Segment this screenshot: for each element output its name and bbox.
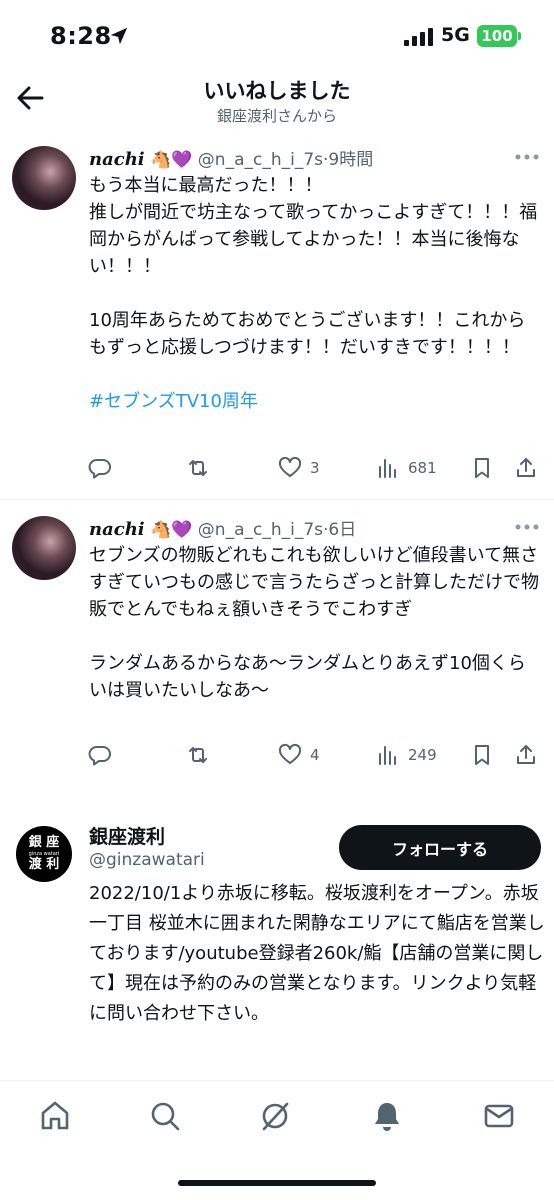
reply-icon [88,746,111,766]
tweet-time: ·9時間 [323,150,374,170]
view-count: 249 [408,746,437,764]
nav-notifications[interactable] [370,1099,404,1133]
share-icon [517,458,535,477]
divider [0,499,554,500]
like-button[interactable]: 4 [278,740,320,770]
status-bar: 8:28 5G 100 [0,0,554,72]
logo-line-2: 渡 利 [28,857,60,872]
status-time: 8:28 [50,22,112,50]
battery-tip [518,32,521,40]
tweet-text: もう本当に最高だった！！！ 推しが間近で坊主なって歌ってかっこよすぎて！！！福岡… [89,172,539,415]
author-handle[interactable]: @n_a_c_h_i_7s [198,520,323,540]
tweet-text-content: もう本当に最高だった！！！ 推しが間近で坊主なって歌ってかっこよすぎて！！！福岡… [89,175,538,358]
heart-icon [278,456,302,477]
notifications-icon [375,1103,399,1131]
battery-icon: 100 [477,25,517,47]
views-icon [379,459,396,478]
views-button[interactable]: 681 [376,453,437,483]
author-emoji: 🐴💜 [150,150,193,170]
profile-handle[interactable]: @ginzawatari [89,850,205,870]
logo-line-1: 銀 座 [28,835,60,850]
profile-avatar[interactable]: 銀 座 ginza watari 渡 利 [16,826,72,882]
like-count: 4 [310,746,320,764]
network-type: 5G [441,24,470,46]
avatar-photo [12,516,76,580]
bookmark-button[interactable] [470,740,494,770]
profile-bio: 2022/10/1より赤坂に移転。桜坂渡利をオープン。赤坂一丁目 桜並木に囲まれ… [89,883,545,1024]
tweet-actions: 3 681 [88,453,540,483]
nav-search[interactable] [148,1099,182,1133]
hashtag-link[interactable]: #セブンズTV10周年 [89,391,258,412]
view-count: 681 [408,459,437,477]
more-options-icon[interactable] [514,523,540,531]
follow-button[interactable]: フォローする [339,825,541,870]
location-arrow-icon [110,27,128,45]
like-count: 3 [310,459,320,477]
author-emoji: 🐴💜 [150,520,193,540]
reply-button[interactable] [88,740,112,770]
home-indicator[interactable] [178,1180,376,1186]
avatar[interactable] [12,516,76,580]
repost-icon [189,747,207,763]
avatar[interactable] [12,146,76,210]
page-header: いいねしました 銀座渡利さんから [0,72,554,130]
repost-button[interactable] [186,453,210,483]
messages-icon [484,1104,514,1128]
share-button[interactable] [514,453,538,483]
tweet-text: セブンズの物販どれもこれも欲しいけど値段書いて無さすぎていつもの感じで言うたらざ… [89,542,539,704]
tweet-time: ·6日 [323,520,357,540]
views-button[interactable]: 249 [376,740,437,770]
views-icon [379,746,396,765]
reply-button[interactable] [88,453,112,483]
search-icon [151,1102,180,1131]
bookmark-button[interactable] [470,453,494,483]
share-button[interactable] [514,740,538,770]
grok-icon [262,1102,289,1131]
nav-home[interactable] [38,1099,72,1133]
profile-logo: 銀 座 ginza watari 渡 利 [29,835,60,873]
signal-icon [404,28,433,46]
like-button[interactable]: 3 [278,453,320,483]
more-options-icon[interactable] [514,153,540,161]
nav-messages[interactable] [482,1099,516,1133]
bookmark-icon [475,458,489,478]
page-title: いいねしました [203,79,351,103]
page-subtitle: 銀座渡利さんから [216,107,337,125]
tweet-header: nachi 🐴💜 @n_a_c_h_i_7s·6日 [89,515,356,540]
profile-name[interactable]: 銀座渡利 [89,822,165,849]
author-name[interactable]: nachi [89,519,145,540]
tweet-actions: 4 249 [88,740,540,770]
author-handle[interactable]: @n_a_c_h_i_7s [198,150,323,170]
repost-button[interactable] [186,740,210,770]
repost-icon [189,460,207,476]
home-icon [41,1101,69,1130]
nav-grok[interactable] [258,1099,292,1133]
tweet-text-content: セブンズの物販どれもこれも欲しいけど値段書いて無さすぎていつもの感じで言うたらざ… [89,545,539,701]
heart-icon [278,743,302,764]
reply-icon [88,459,111,479]
author-name[interactable]: nachi [89,149,145,170]
avatar-photo [12,146,76,210]
bookmark-icon [475,745,489,765]
tweet-header: nachi 🐴💜 @n_a_c_h_i_7s·9時間 [89,145,373,170]
share-icon [517,745,535,764]
